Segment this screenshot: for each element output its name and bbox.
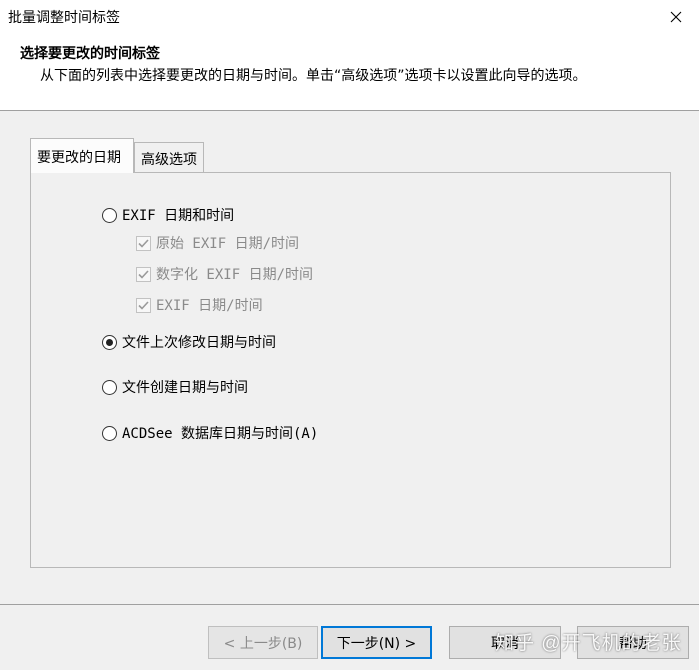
tab-dates-to-change[interactable]: 要更改的日期 <box>30 138 134 173</box>
option-exif-datetime[interactable]: EXIF 日期和时间 <box>102 205 234 225</box>
checkbox-box[interactable] <box>136 297 151 313</box>
checkbox-exif-datetime[interactable]: EXIF 日期/时间 <box>136 295 263 315</box>
checkbox-digitized-exif[interactable]: 数字化 EXIF 日期/时间 <box>136 264 313 284</box>
checkmark-icon <box>138 300 149 310</box>
option-file-created[interactable]: 文件创建日期与时间 <box>102 377 248 397</box>
tab-advanced-options[interactable]: 高级选项 <box>134 142 204 173</box>
title-bar: 批量调整时间标签 <box>0 0 699 33</box>
checkbox-box[interactable] <box>136 266 151 282</box>
option-created-label: 文件创建日期与时间 <box>122 380 248 396</box>
header-title: 选择要更改的时间标签 <box>20 46 160 62</box>
checkmark-icon <box>138 269 149 279</box>
close-icon <box>670 11 682 22</box>
option-acdsee-label: ACDSee 数据库日期与时间(A) <box>122 426 319 442</box>
wizard-header: 选择要更改的时间标签 从下面的列表中选择要更改的日期与时间。单击“高级选项”选项… <box>0 33 699 111</box>
option-exif-label: EXIF 日期和时间 <box>122 208 235 224</box>
checkbox-original-exif[interactable]: 原始 EXIF 日期/时间 <box>136 233 299 253</box>
radio-modified[interactable] <box>102 334 117 350</box>
radio-acdsee[interactable] <box>102 425 117 441</box>
close-button[interactable] <box>653 0 699 33</box>
option-file-modified[interactable]: 文件上次修改日期与时间 <box>102 332 276 352</box>
window-title: 批量调整时间标签 <box>8 10 120 26</box>
tab-panel <box>30 172 671 568</box>
checkbox-label: 数字化 EXIF 日期/时间 <box>156 267 314 283</box>
checkmark-icon <box>138 238 149 248</box>
radio-exif[interactable] <box>102 207 117 223</box>
watermark-text: 知乎 @开飞机的老张 <box>495 633 682 654</box>
back-button[interactable]: < 上一步(B) <box>208 626 318 659</box>
header-subtitle: 从下面的列表中选择要更改的日期与时间。单击“高级选项”选项卡以设置此向导的选项。 <box>40 68 587 84</box>
checkbox-label: 原始 EXIF 日期/时间 <box>156 236 300 252</box>
checkbox-label: EXIF 日期/时间 <box>156 298 263 314</box>
option-acdsee-database[interactable]: ACDSee 数据库日期与时间(A) <box>102 423 318 443</box>
checkbox-box[interactable] <box>136 235 151 251</box>
radio-created[interactable] <box>102 379 117 395</box>
footer-divider <box>0 604 699 605</box>
next-button[interactable]: 下一步(N) > <box>321 626 432 659</box>
option-modified-label: 文件上次修改日期与时间 <box>122 335 276 351</box>
